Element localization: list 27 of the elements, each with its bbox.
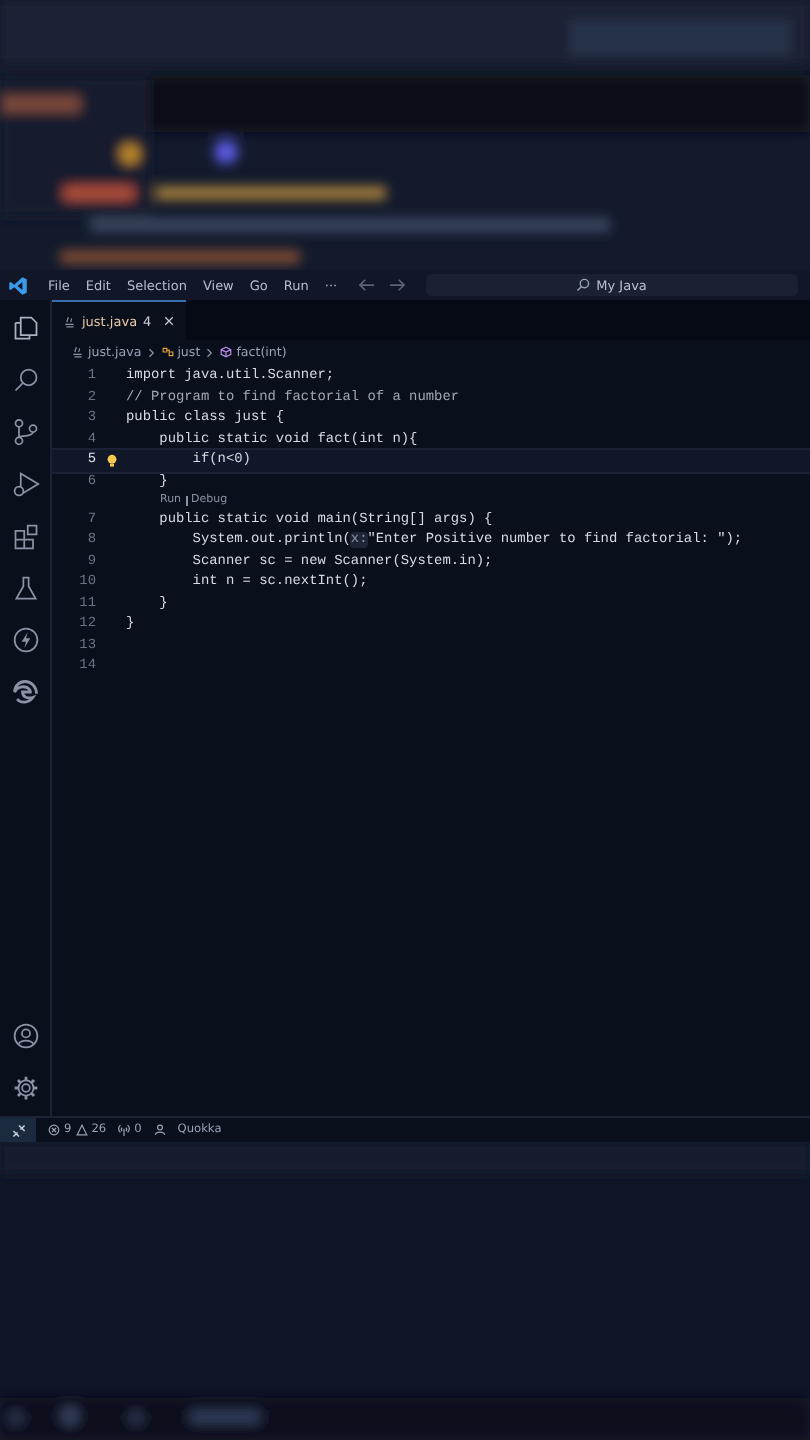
lightning-icon[interactable]	[11, 626, 39, 654]
chevron-icon	[206, 347, 215, 357]
antenna-icon	[118, 1124, 131, 1136]
java-file-icon	[64, 315, 76, 327]
person-icon[interactable]	[153, 1124, 166, 1136]
chevron-icon	[147, 347, 156, 357]
source-control-icon[interactable]	[11, 418, 39, 446]
class-icon	[161, 346, 174, 358]
remote-button[interactable]	[0, 1118, 36, 1142]
account-icon[interactable]	[11, 1022, 39, 1050]
cube-icon	[220, 346, 233, 358]
files-icon[interactable]	[11, 314, 39, 342]
warning-icon	[75, 1124, 88, 1136]
logo-icon[interactable]	[8, 275, 28, 295]
back-arrow-icon[interactable]	[357, 278, 376, 292]
search-icon	[576, 278, 591, 292]
run-debug-icon[interactable]	[11, 470, 39, 498]
close-icon[interactable]	[163, 316, 174, 326]
remote-icon	[11, 1123, 25, 1137]
lightbulb-icon[interactable]	[105, 453, 117, 468]
settings-icon[interactable]	[11, 1074, 39, 1102]
search-icon[interactable]	[11, 366, 39, 394]
error-icon	[48, 1124, 60, 1136]
extensions-icon[interactable]	[11, 522, 39, 550]
java-file-icon	[72, 346, 84, 358]
forward-arrow-icon[interactable]	[387, 278, 406, 292]
flask-icon[interactable]	[11, 574, 39, 602]
